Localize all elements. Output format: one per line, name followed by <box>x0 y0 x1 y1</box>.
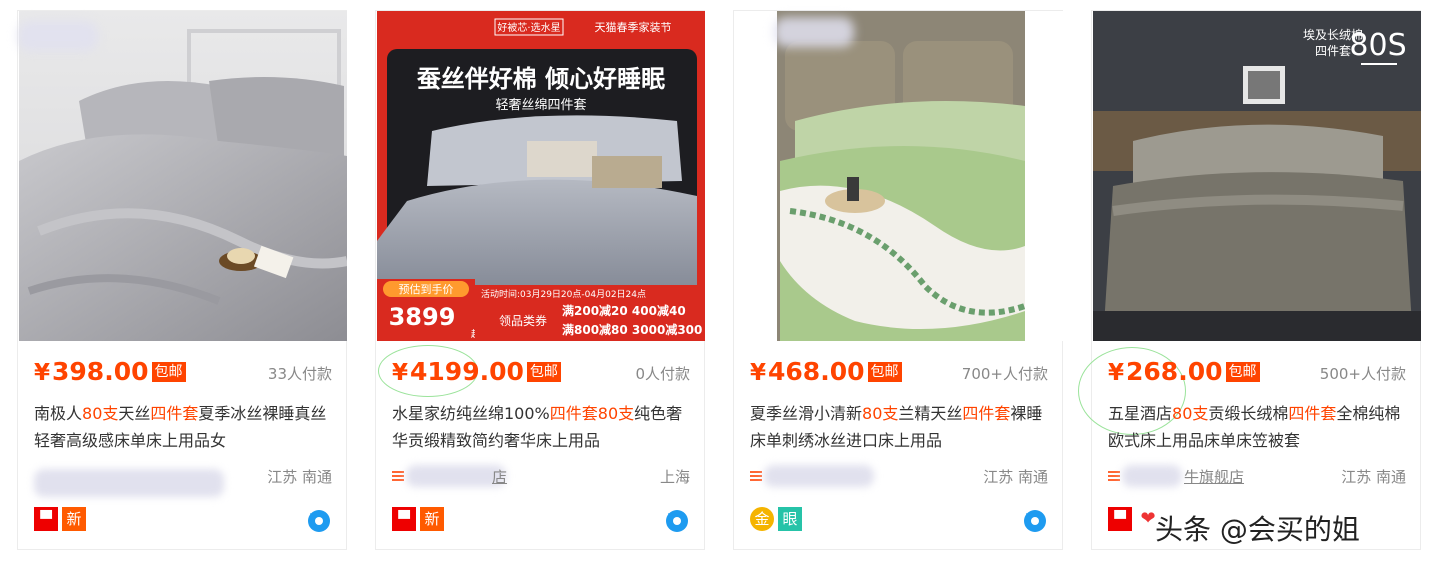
new-badge-icon[interactable]: 新 <box>62 507 86 531</box>
watermark-text: 头条 @会买的姐 <box>1155 513 1360 546</box>
image-big-text: 80S <box>1349 28 1406 63</box>
price: ¥4199.00 包邮 <box>392 357 561 386</box>
image-subhead: 轻奢丝绵四件套 <box>495 97 586 113</box>
product-image[interactable] <box>19 11 347 341</box>
free-shipping-badge: 包邮 <box>151 362 186 382</box>
wangwang-chat-icon[interactable] <box>306 507 332 533</box>
product-card[interactable]: ¥398.00 包邮 33人付款 南极人80支天丝四件套夏季冰丝裸睡真丝轻奢高级感… <box>17 10 347 550</box>
shop-icon <box>1108 471 1120 483</box>
activity-time: 活动时间:03月29日20点-04月02日24点 <box>481 288 646 300</box>
shop-location: 上海 <box>659 468 690 486</box>
paid-count: 500+人付款 <box>1319 365 1406 383</box>
blurred-region <box>18 21 98 51</box>
bedding-promo-image: 好被芯·选水星 天猫春季家装节 蚕丝伴好棉 倾心好睡眠 轻奢丝绵四件套 预估到手… <box>377 11 705 341</box>
shop-icon <box>750 471 762 483</box>
blurred-shop-name <box>764 465 874 487</box>
blurred-shop-name <box>406 465 506 487</box>
shop-icon <box>392 471 404 483</box>
image-tag-1: 好被芯·选水星 <box>497 21 560 34</box>
eye-badge-icon[interactable]: 眼 <box>778 507 802 531</box>
paid-count: 33人付款 <box>267 365 332 383</box>
product-image[interactable] <box>735 11 1063 341</box>
paid-count: 0人付款 <box>635 365 690 383</box>
price: ¥398.00 包邮 <box>34 357 186 386</box>
tmall-icon[interactable]: ▀ <box>34 507 58 531</box>
price: ¥468.00 包邮 <box>750 357 902 386</box>
shop-location: 江苏 南通 <box>1341 468 1406 486</box>
wangwang-chat-icon[interactable] <box>1022 507 1048 533</box>
tmall-icon[interactable]: ▀ <box>392 507 416 531</box>
coupon-label: 领品类券 <box>499 313 547 328</box>
product-title-link[interactable]: 五星酒店80支贡缎长绒棉四件套全棉纯棉欧式床上用品床单床笠被套 <box>1108 400 1408 454</box>
bedding-photo-green <box>735 11 1063 341</box>
image-line-2: 四件套 <box>1315 44 1351 58</box>
product-image[interactable]: 埃及长绒棉 四件套 80S <box>1093 11 1421 341</box>
new-badge-icon[interactable]: 新 <box>420 507 444 531</box>
product-title-link[interactable]: 水星家纺纯丝绵100%四件套80支纯色奢华贡缎精致简约奢华床上用品 <box>392 400 692 454</box>
shop-name-link[interactable]: 店 <box>492 466 507 487</box>
product-title-link[interactable]: 夏季丝滑小清新80支兰精天丝四件套裸睡床单刺绣冰丝进口床上用品 <box>750 400 1050 454</box>
image-tag-2: 天猫春季家装节 <box>595 20 672 34</box>
shop-location: 江苏 南通 <box>983 468 1048 486</box>
product-card[interactable]: ¥468.00 包邮 700+人付款 夏季丝滑小清新80支兰精天丝四件套裸睡床单刺… <box>733 10 1063 550</box>
tmall-icon[interactable]: ▀ <box>1108 507 1132 531</box>
image-headline: 蚕丝伴好棉 倾心好睡眠 <box>416 65 665 93</box>
presale-label: 预估到手价 <box>399 282 454 296</box>
shop-name-link[interactable]: 牛旗舰店 <box>1184 466 1244 487</box>
coupon-line-1: 满200减20 400减40 <box>562 303 686 318</box>
blurred-region <box>774 17 854 47</box>
price: ¥268.00 包邮 <box>1108 357 1260 386</box>
presale-price: 3899 <box>389 303 456 331</box>
product-card[interactable]: 埃及长绒棉 四件套 80S ¥268.00 包邮 500+人付款 五星酒店80支贡… <box>1078 10 1421 550</box>
paid-count: 700+人付款 <box>961 365 1048 383</box>
free-shipping-badge: 包邮 <box>526 362 561 382</box>
bedding-photo-dark: 埃及长绒棉 四件套 80S <box>1093 11 1421 341</box>
coupon-line-2: 满800减80 3000减300 <box>562 322 702 337</box>
product-card[interactable]: 好被芯·选水星 天猫春季家装节 蚕丝伴好棉 倾心好睡眠 轻奢丝绵四件套 预估到手… <box>375 10 705 550</box>
product-image[interactable]: 好被芯·选水星 天猫春季家装节 蚕丝伴好棉 倾心好睡眠 轻奢丝绵四件套 预估到手… <box>377 11 705 341</box>
shop-location: 江苏 南通 <box>267 468 332 486</box>
wangwang-chat-icon[interactable] <box>664 507 690 533</box>
product-title-link[interactable]: 南极人80支天丝四件套夏季冰丝裸睡真丝轻奢高级感床单床上用品女 <box>34 400 334 454</box>
blurred-shop-name <box>1122 465 1182 487</box>
blurred-shop-name <box>34 469 224 497</box>
free-shipping-badge: 包邮 <box>1225 362 1260 382</box>
bedding-photo-grey <box>19 11 347 341</box>
free-shipping-badge: 包邮 <box>867 362 902 382</box>
gold-seller-icon[interactable]: 金 <box>750 507 774 531</box>
